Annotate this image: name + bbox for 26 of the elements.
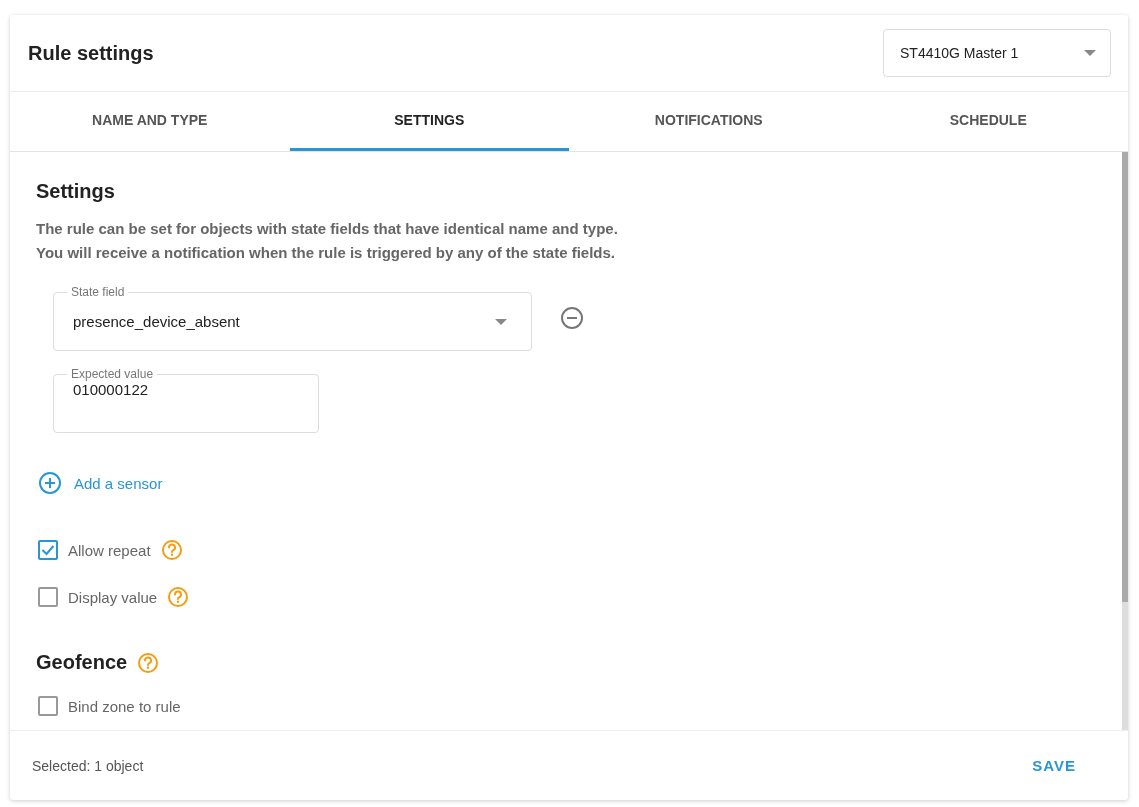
tab[interactable]: NAME AND TYPE bbox=[10, 92, 290, 151]
remove-icon[interactable] bbox=[560, 306, 584, 330]
checkbox[interactable] bbox=[38, 587, 58, 607]
scrollbar[interactable] bbox=[1122, 152, 1128, 730]
checkbox[interactable] bbox=[38, 696, 58, 716]
caret-icon bbox=[1084, 50, 1096, 56]
tab[interactable]: SCHEDULE bbox=[848, 92, 1128, 151]
state-field-select[interactable]: State field presence_device_absent bbox=[53, 285, 532, 351]
tab[interactable]: NOTIFICATIONS bbox=[569, 92, 849, 151]
device-select[interactable]: ST4410G Master 1 bbox=[883, 29, 1111, 77]
checkbox[interactable] bbox=[38, 540, 58, 560]
checkbox-label: Display value bbox=[68, 588, 158, 606]
help-icon[interactable] bbox=[160, 539, 183, 561]
description-text: The rule can be set for objects with state fields that have identical name and type. You will receive a notification when the rule is triggered by any of the state fields. bbox=[36, 219, 619, 263]
caret-icon bbox=[495, 318, 507, 325]
section-heading: Geofence bbox=[36, 651, 128, 674]
expected-value-field[interactable]: Expected value 010000122 bbox=[53, 367, 319, 433]
add-icon bbox=[38, 471, 62, 495]
checkbox-label: Allow repeat bbox=[68, 541, 151, 559]
section-heading: Settings bbox=[36, 180, 115, 203]
selection-count: Selected: 1 object bbox=[32, 757, 144, 774]
checkbox-label: Bind zone to rule bbox=[68, 697, 181, 715]
help-icon[interactable] bbox=[167, 586, 190, 608]
help-icon[interactable] bbox=[137, 651, 160, 674]
tab[interactable]: SETTINGS bbox=[289, 92, 569, 151]
dialog-title: Rule settings bbox=[28, 41, 154, 65]
